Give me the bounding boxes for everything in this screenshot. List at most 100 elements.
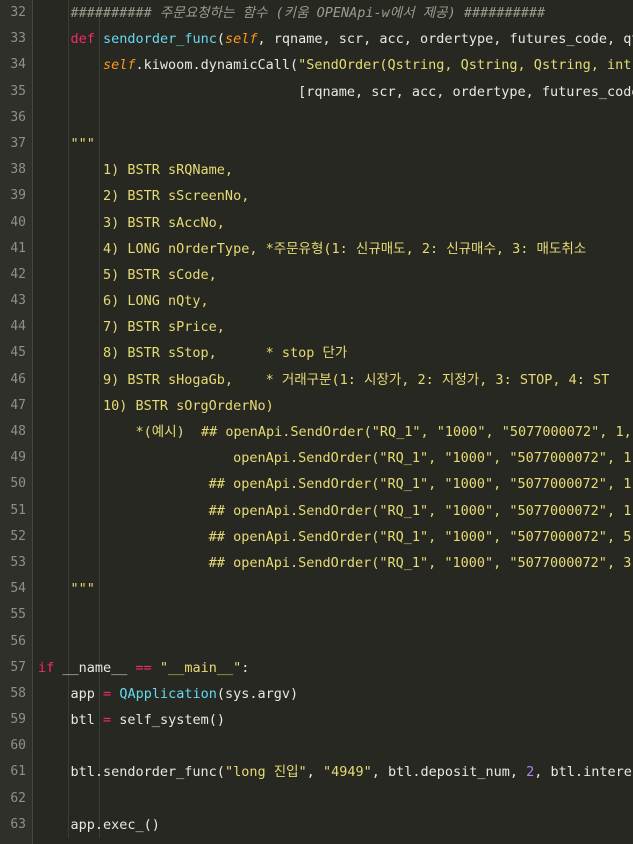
code-line[interactable]: 63 app.exec_() xyxy=(0,811,633,838)
line-number: 43 xyxy=(10,293,26,309)
code-line[interactable]: 61 btl.sendorder_func("long 진입", "4949",… xyxy=(0,759,633,786)
code-line[interactable]: 33 def sendorder_func(self, rqname, scr,… xyxy=(0,26,633,53)
code-text[interactable]: 8) BSTR sStop, * stop 단가 xyxy=(38,340,347,366)
indent-guide xyxy=(68,602,69,629)
code-line[interactable]: 62 xyxy=(0,785,633,812)
code-line[interactable]: 59 btl = self_system() xyxy=(0,707,633,734)
code-token: ## openApi.SendOrder("RQ_1", "1000", "50… xyxy=(38,554,633,571)
indent-guide xyxy=(99,104,100,131)
code-text[interactable]: self.kiwoom.dynamicCall("SendOrder(Qstri… xyxy=(38,52,633,78)
indent-guide xyxy=(99,576,100,603)
code-text[interactable]: btl = self_system() xyxy=(38,707,225,733)
code-token: .kiwoom.dynamicCall( xyxy=(135,57,299,74)
code-token: 6) LONG nQty, xyxy=(38,293,209,310)
code-area[interactable]: 32 ########## 주문요청하는 함수 (키움 OPENApi-w에서 … xyxy=(0,0,633,838)
code-line[interactable]: 58 app = QApplication(sys.argv) xyxy=(0,680,633,708)
code-line[interactable]: 55 xyxy=(0,602,633,629)
code-line[interactable]: 46 9) BSTR sHogaGb, * 거래구분(1: 시장가, 2: 지정… xyxy=(0,366,633,393)
line-number: 53 xyxy=(10,554,26,570)
code-line[interactable]: 60 xyxy=(0,733,633,760)
code-line[interactable]: 36 xyxy=(0,104,633,131)
code-line[interactable]: 56 xyxy=(0,628,633,655)
line-number: 34 xyxy=(10,57,26,73)
code-token: , btl.deposit_num, xyxy=(371,764,527,781)
code-text[interactable]: ## openApi.SendOrder("RQ_1", "1000", "50… xyxy=(38,498,633,524)
code-line[interactable]: 50 ## openApi.SendOrder("RQ_1", "1000", … xyxy=(0,471,633,498)
code-line[interactable]: 37 """ xyxy=(0,130,633,158)
code-token: 2) BSTR sScreenNo, xyxy=(38,188,250,205)
code-text[interactable]: 6) LONG nQty, xyxy=(38,288,209,314)
code-line[interactable]: 44 7) BSTR sPrice, xyxy=(0,314,633,341)
code-text[interactable]: ########## 주문요청하는 함수 (키움 OPENApi-w에서 제공)… xyxy=(38,0,546,26)
line-number: 63 xyxy=(10,816,26,832)
code-token: 1) BSTR sRQName, xyxy=(38,162,234,179)
code-line[interactable]: 38 1) BSTR sRQName, xyxy=(0,157,633,184)
code-text[interactable]: btl.sendorder_func("long 진입", "4949", bt… xyxy=(38,759,633,785)
code-text[interactable]: app = QApplication(sys.argv) xyxy=(38,681,299,707)
code-line[interactable]: 42 5) BSTR sCode, xyxy=(0,261,633,289)
code-text[interactable]: ## openApi.SendOrder("RQ_1", "1000", "50… xyxy=(38,471,633,497)
code-text[interactable]: 4) LONG nOrderType, *주문유형(1: 신규매도, 2: 신규… xyxy=(38,236,586,262)
indent-guide xyxy=(99,130,100,158)
code-token: """ xyxy=(70,135,95,152)
line-number: 36 xyxy=(10,109,26,125)
code-text[interactable]: 5) BSTR sCode, xyxy=(38,262,217,288)
line-number: 60 xyxy=(10,738,26,754)
line-number: 58 xyxy=(10,685,26,701)
code-token: ## openApi.SendOrder("RQ_1", "1000", "50… xyxy=(38,476,633,493)
code-line[interactable]: 47 10) BSTR sOrgOrderNo) xyxy=(0,392,633,419)
code-token: ## openApi.SendOrder("RQ_1", "1000", "50… xyxy=(38,528,633,545)
code-text[interactable]: ## openApi.SendOrder("RQ_1", "1000", "50… xyxy=(38,524,633,550)
code-text[interactable]: 1) BSTR sRQName, xyxy=(38,157,233,183)
code-token: "__main__" xyxy=(159,659,242,676)
code-line[interactable]: 52 ## openApi.SendOrder("RQ_1", "1000", … xyxy=(0,523,633,550)
code-text[interactable]: """ xyxy=(38,131,95,157)
code-token: ########## 주문요청하는 함수 (키움 OPENApi-w에서 제공)… xyxy=(70,5,546,21)
code-line[interactable]: 43 6) LONG nQty, xyxy=(0,288,633,315)
code-text[interactable]: """ xyxy=(38,576,95,602)
code-text[interactable]: ## openApi.SendOrder("RQ_1", "1000", "50… xyxy=(38,550,633,576)
code-line[interactable]: 41 4) LONG nOrderType, *주문유형(1: 신규매도, 2:… xyxy=(0,235,633,262)
code-line[interactable]: 35 [rqname, scr, acc, ordertype, futures… xyxy=(0,78,633,105)
line-number: 38 xyxy=(10,162,26,178)
indent-guide xyxy=(68,733,69,760)
code-line[interactable]: 34 self.kiwoom.dynamicCall("SendOrder(Qs… xyxy=(0,52,633,79)
code-line[interactable]: 45 8) BSTR sStop, * stop 단가 xyxy=(0,340,633,367)
code-line[interactable]: 39 2) BSTR sScreenNo, xyxy=(0,183,633,210)
code-line[interactable]: 32 ########## 주문요청하는 함수 (키움 OPENApi-w에서 … xyxy=(0,0,633,27)
code-editor[interactable]: 32 ########## 주문요청하는 함수 (키움 OPENApi-w에서 … xyxy=(0,0,633,844)
code-text[interactable]: 9) BSTR sHogaGb, * 거래구분(1: 시장가, 2: 지정가, … xyxy=(38,367,609,393)
code-text[interactable]: 10) BSTR sOrgOrderNo) xyxy=(38,393,274,419)
line-number: 48 xyxy=(10,424,26,439)
line-number: 40 xyxy=(10,214,26,230)
code-token: sendorder_func xyxy=(103,31,217,48)
code-token: "4949" xyxy=(322,764,372,781)
code-token: 7) BSTR sPrice, xyxy=(38,319,225,336)
indent-guide xyxy=(68,104,69,131)
code-text[interactable]: def sendorder_func(self, rqname, scr, ac… xyxy=(38,26,633,52)
code-token: 4) LONG nOrderType, *주문유형(1: 신규매도, 2: 신규… xyxy=(38,240,587,257)
code-text[interactable]: if __name__ == "__main__": xyxy=(38,655,249,681)
code-token: "long 진입" xyxy=(224,764,307,781)
code-line[interactable]: 40 3) BSTR sAccNo, xyxy=(0,209,633,236)
line-number: 44 xyxy=(10,319,26,335)
code-line[interactable]: 48 *(예시) ## openApi.SendOrder("RQ_1", "1… xyxy=(0,419,633,446)
code-line[interactable]: 54 """ xyxy=(0,576,633,603)
code-text[interactable]: 7) BSTR sPrice, xyxy=(38,314,225,340)
code-line[interactable]: 51 ## openApi.SendOrder("RQ_1", "1000", … xyxy=(0,497,633,524)
code-token: self xyxy=(103,57,136,74)
code-text[interactable]: 3) BSTR sAccNo, xyxy=(38,210,225,236)
indent-guide xyxy=(68,628,69,655)
code-text[interactable]: *(예시) ## openApi.SendOrder("RQ_1", "1000… xyxy=(38,419,633,445)
code-text[interactable]: app.exec_() xyxy=(38,812,160,838)
code-line[interactable]: 53 ## openApi.SendOrder("RQ_1", "1000", … xyxy=(0,549,633,577)
code-text[interactable]: [rqname, scr, acc, ordertype, futures_co… xyxy=(38,79,633,105)
line-number: 45 xyxy=(10,345,26,361)
code-line[interactable]: 49 openApi.SendOrder("RQ_1", "1000", "50… xyxy=(0,445,633,472)
line-number: 47 xyxy=(10,397,26,413)
code-text[interactable]: 2) BSTR sScreenNo, xyxy=(38,183,249,209)
code-line[interactable]: 57 if __name__ == "__main__": xyxy=(0,654,633,681)
code-text[interactable]: openApi.SendOrder("RQ_1", "1000", "50770… xyxy=(38,445,633,471)
